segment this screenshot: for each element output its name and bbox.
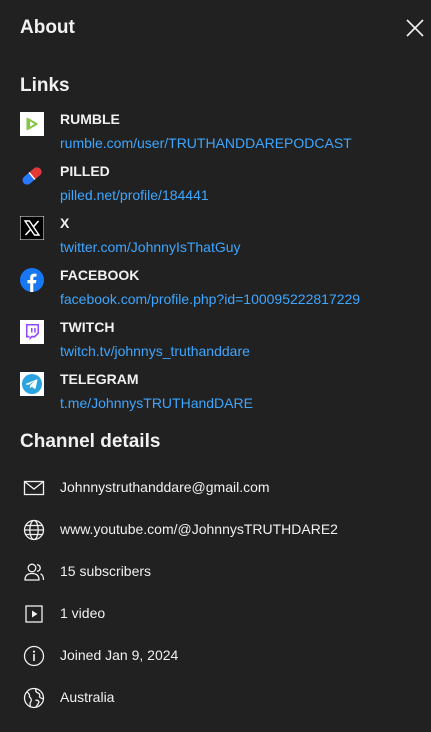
- link-name: TWITCH: [60, 319, 115, 335]
- link-url[interactable]: rumble.com/user/TRUTHANDDAREPODCAST: [60, 134, 352, 152]
- link-item-x: X twitter.com/JohnnyIsThatGuy: [19, 214, 420, 262]
- subscribers-text: 15 subscribers: [60, 563, 152, 579]
- link-url[interactable]: twitch.tv/johnnys_truthanddare: [60, 342, 250, 360]
- facebook-icon: [20, 268, 44, 292]
- channel-url-text[interactable]: www.youtube.com/@JohnnysTRUTHDARE2: [60, 520, 338, 538]
- info-icon: [22, 644, 46, 668]
- link-name: RUMBLE: [60, 111, 120, 127]
- detail-country: Australia: [20, 684, 420, 710]
- videos-text: 1 video: [60, 605, 106, 621]
- about-panel: About Links RUMBLE rumble.com/user/TRUTH…: [0, 0, 431, 732]
- link-name: TELEGRAM: [60, 371, 139, 387]
- mail-icon: [22, 476, 46, 500]
- x-icon: [19, 215, 45, 241]
- close-icon: [406, 19, 424, 37]
- detail-joined: Joined Jan 9, 2024: [20, 642, 420, 668]
- link-item-pilled: PILLED pilled.net/profile/184441: [20, 162, 420, 210]
- email-text[interactable]: Johnnystruthanddare@gmail.com: [60, 478, 270, 496]
- link-name: PILLED: [60, 163, 110, 179]
- joined-text: Joined Jan 9, 2024: [60, 647, 179, 663]
- link-item-facebook: FACEBOOK facebook.com/profile.php?id=100…: [20, 266, 420, 314]
- earth-icon: [22, 686, 46, 710]
- detail-email: Johnnystruthanddare@gmail.com: [20, 474, 420, 498]
- globe-icon: [22, 518, 46, 542]
- link-item-telegram: TELEGRAM t.me/JohnnysTRUTHandDARE: [20, 370, 420, 418]
- pilled-icon: [20, 164, 44, 188]
- link-item-rumble: RUMBLE rumble.com/user/TRUTHANDDAREPODCA…: [20, 110, 420, 158]
- rumble-icon: [20, 112, 44, 136]
- link-url[interactable]: facebook.com/profile.php?id=100095222817…: [60, 290, 360, 308]
- detail-videos: 1 video: [20, 600, 420, 624]
- link-url[interactable]: pilled.net/profile/184441: [60, 186, 209, 204]
- telegram-icon: [20, 372, 44, 396]
- channel-details-title: Channel details: [20, 431, 161, 452]
- detail-subscribers: 15 subscribers: [20, 558, 420, 582]
- twitch-icon: [20, 320, 44, 344]
- detail-url: www.youtube.com/@JohnnysTRUTHDARE2: [20, 516, 420, 542]
- links-section-title: Links: [20, 75, 70, 96]
- link-name: FACEBOOK: [60, 267, 140, 283]
- country-text: Australia: [60, 689, 115, 705]
- close-button[interactable]: [404, 17, 426, 39]
- link-url[interactable]: t.me/JohnnysTRUTHandDARE: [60, 394, 253, 412]
- video-icon: [22, 602, 46, 626]
- subscribers-icon: [22, 560, 46, 584]
- link-name: X: [60, 215, 70, 231]
- link-item-twitch: TWITCH twitch.tv/johnnys_truthanddare: [20, 318, 420, 366]
- about-title: About: [20, 17, 75, 38]
- link-url[interactable]: twitter.com/JohnnyIsThatGuy: [60, 238, 241, 256]
